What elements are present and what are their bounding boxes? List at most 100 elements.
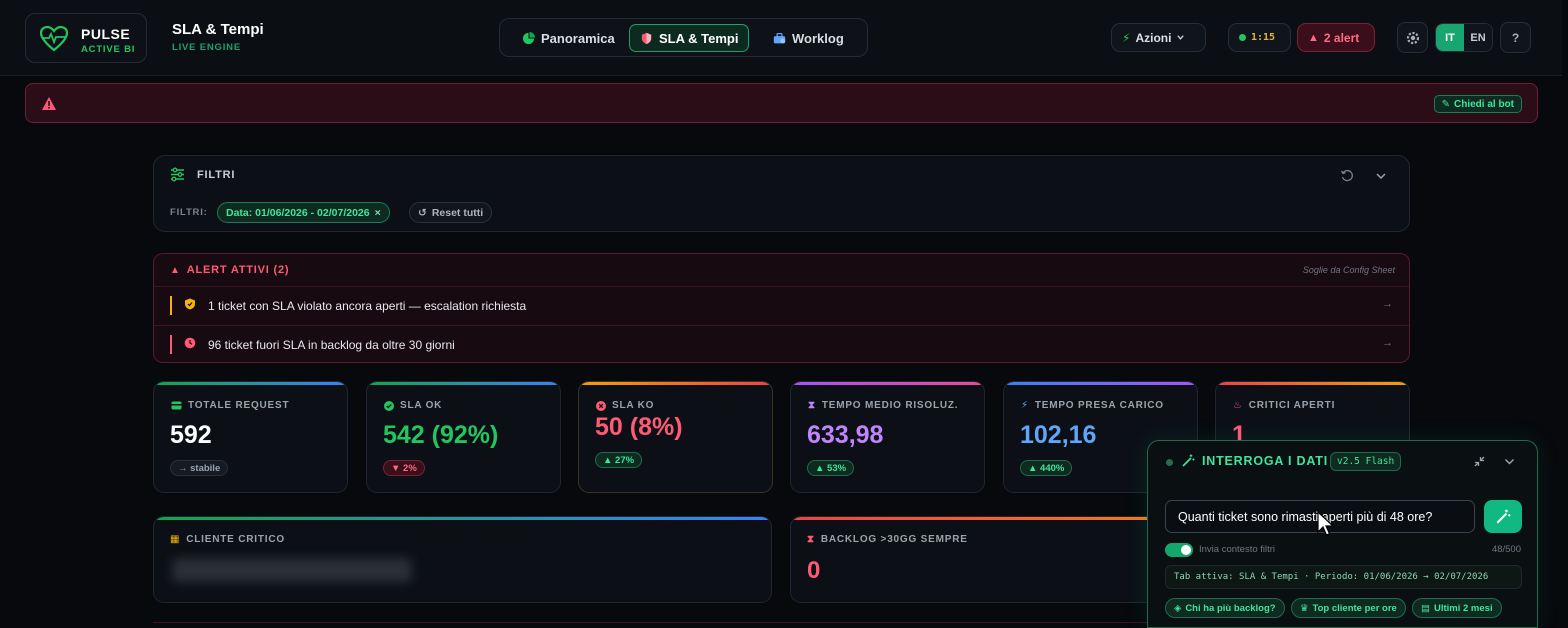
model-version-badge: v2.5 Flash [1330, 452, 1402, 471]
alert-severity-bar [170, 335, 172, 354]
warning-icon [42, 97, 56, 110]
tab-panoramica[interactable]: Panoramica [512, 24, 625, 52]
context-toggle[interactable] [1165, 543, 1193, 557]
heart-pulse-icon [40, 26, 68, 52]
kpi-label: SLA OK [384, 400, 442, 411]
alert-row[interactable]: 96 ticket fuori SLA in backlog da oltre … [154, 325, 1409, 362]
warning-icon: ▲ [170, 264, 181, 276]
card-accent [154, 382, 347, 385]
close-icon[interactable]: × [375, 207, 381, 219]
kpi-value: 542 (92%) [383, 421, 499, 449]
card-label: ⧗ BACKLOG >30GG SEMPRE [807, 534, 968, 545]
gear-icon [1406, 31, 1419, 44]
chevron-down-icon[interactable] [1374, 169, 1388, 183]
refresh-icon[interactable] [1340, 169, 1354, 183]
cliente-critico-card[interactable]: ▦ CLIENTE CRITICO [153, 516, 772, 603]
check-circle-icon [384, 400, 394, 411]
kpi-label-text: CRITICI APERTI [1248, 400, 1336, 411]
ticket-icon [171, 401, 182, 410]
mouse-cursor-icon [1317, 511, 1335, 536]
kpi-value: 592 [170, 421, 212, 449]
sliders-icon [171, 167, 184, 182]
live-dot-icon [1239, 34, 1246, 41]
clock-icon [184, 337, 196, 349]
top-header: PULSE ACTIVE BI SLA & Tempi LIVE ENGINE … [0, 0, 1562, 76]
shield-icon [185, 298, 195, 310]
help-button[interactable]: ? [1500, 22, 1531, 53]
settings-button[interactable] [1397, 22, 1428, 53]
char-count: 48/500 [1491, 544, 1521, 555]
brand-subtitle: ACTIVE BI [81, 44, 136, 55]
page-subtitle: LIVE ENGINE [172, 42, 241, 53]
magic-wand-icon [1496, 509, 1511, 523]
page-heading: SLA & Tempi LIVE ENGINE [172, 21, 264, 53]
warning-banner: ✎ Chiedi al bot [25, 83, 1538, 123]
suggestion-chip[interactable]: ◈ Chi ha più backlog? [1165, 598, 1285, 618]
layers-icon: ◈ [1174, 602, 1182, 614]
tab-label: SLA & Tempi [659, 30, 739, 46]
tab-label: Panoramica [541, 30, 615, 46]
lang-en-button[interactable]: EN [1464, 24, 1492, 51]
reset-filters-button[interactable]: ↺ Reset tutti [409, 202, 493, 223]
tab-worklog[interactable]: Worklog [763, 24, 854, 52]
lightning-icon: ⚡ [1021, 400, 1029, 411]
lightning-icon: ⚡ [1122, 30, 1131, 45]
suggestion-chip[interactable]: ▤ Ultimi 2 mesi [1412, 598, 1502, 618]
alert-text: 1 ticket con SLA violato ancora aperti —… [208, 299, 527, 313]
context-toggle-label: Invia contesto filtri [1199, 544, 1276, 555]
actions-label: Azioni [1135, 30, 1172, 45]
pie-chart-icon [522, 31, 535, 44]
filters-title: FILTRI [197, 169, 236, 181]
flame-icon: ♨ [1233, 400, 1243, 411]
hourglass-icon: ⧗ [807, 534, 815, 545]
alert-count-button[interactable]: ▲ 2 alert [1297, 23, 1375, 52]
card-accent [154, 517, 771, 520]
ask-bot-label: Chiedi al bot [1454, 98, 1514, 110]
kpi-trend-badge: ▲ 53% [807, 460, 855, 476]
trophy-icon: ♛ [1300, 602, 1309, 614]
brand-logo-box[interactable]: PULSE ACTIVE BI [25, 13, 147, 63]
alert-text: 96 ticket fuori SLA in backlog da oltre … [208, 338, 455, 352]
arrow-right-icon[interactable]: → [1382, 298, 1393, 310]
alerts-title: ALERT ATTIVI (2) [186, 264, 290, 276]
actions-dropdown[interactable]: ⚡ Azioni [1111, 23, 1206, 52]
kpi-sla-ok[interactable]: SLA OK 542 (92%) ▼ 2% [366, 381, 561, 493]
kpi-value: 633,98 [807, 421, 884, 449]
x-circle-icon [596, 400, 606, 411]
alert-severity-bar [170, 296, 172, 315]
send-query-button[interactable] [1484, 500, 1522, 533]
kpi-label-text: SLA KO [612, 400, 655, 411]
card-label: ▦ CLIENTE CRITICO [170, 534, 285, 545]
magic-wand-icon: ✎ [1441, 98, 1450, 110]
kpi-sla-ko[interactable]: SLA KO 50 (8%) ▲ 27% [578, 381, 773, 493]
kpi-label-text: TOTALE REQUEST [188, 400, 290, 411]
date-filter-chip[interactable]: Data: 01/06/2026 - 02/07/2026 × [217, 202, 390, 223]
warning-icon: ▲ [1308, 31, 1319, 44]
card-accent [1216, 382, 1409, 385]
card-accent [579, 382, 772, 385]
backlog-value: 0 [807, 557, 821, 584]
lang-it-button[interactable]: IT [1436, 24, 1464, 51]
alerts-header: ▲ ALERT ATTIVI (2) [170, 264, 289, 276]
brand-name: PULSE [81, 26, 131, 42]
kpi-label: ⧗ TEMPO MEDIO RISOLUZ. [808, 400, 958, 411]
kpi-trend-badge: ▲ 27% [595, 452, 643, 468]
live-timer[interactable]: 1:15 [1228, 23, 1291, 52]
ask-bot-button[interactable]: ✎ Chiedi al bot [1433, 95, 1522, 113]
kpi-trend-badge: ▼ 2% [383, 460, 425, 476]
alert-row[interactable]: 1 ticket con SLA violato ancora aperti —… [154, 286, 1409, 325]
minimize-icon[interactable] [1473, 455, 1486, 468]
redacted-client-name [172, 558, 412, 582]
kpi-totale-request[interactable]: TOTALE REQUEST 592 → stabile [153, 381, 348, 493]
suggestion-chip[interactable]: ♛ Top cliente per ore [1291, 598, 1406, 618]
kpi-label: ⚡ TEMPO PRESA CARICO [1021, 400, 1164, 411]
page-title: SLA & Tempi [172, 21, 264, 38]
card-accent [367, 382, 560, 385]
kpi-value: 50 (8%) [595, 413, 683, 441]
arrow-right-icon[interactable]: → [1382, 337, 1393, 349]
card-accent [1004, 382, 1197, 385]
chevron-down-icon[interactable] [1503, 455, 1516, 468]
kpi-tempo-medio[interactable]: ⧗ TEMPO MEDIO RISOLUZ. 633,98 ▲ 53% [790, 381, 985, 493]
tab-sla-tempi[interactable]: SLA & Tempi [629, 24, 750, 52]
kpi-label-text: TEMPO MEDIO RISOLUZ. [821, 400, 959, 411]
